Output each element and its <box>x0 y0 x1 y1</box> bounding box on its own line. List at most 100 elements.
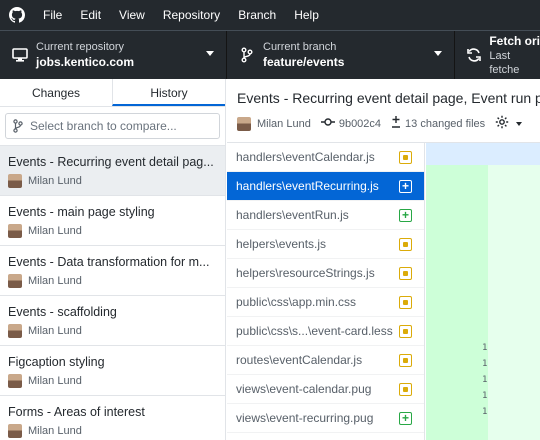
commit-title: Forms - Areas of interest <box>8 405 145 419</box>
file-path: views\event-calendar.pug <box>236 382 372 396</box>
commit-icon <box>320 117 339 130</box>
current-repository-button[interactable]: Current repository jobs.kentico.com <box>0 31 227 79</box>
file-path: handlers\eventCalendar.js <box>236 150 375 164</box>
avatar <box>8 374 22 388</box>
commit-list-item[interactable]: Events - main page styling Milan Lund <box>0 196 225 246</box>
current-branch-value: feature/events <box>263 55 345 69</box>
file-list-item[interactable]: routes\eventCalendar.js <box>227 346 424 375</box>
file-path: handlers\eventRecurring.js <box>236 179 379 193</box>
commit-detail-author-name: Milan Lund <box>257 117 311 130</box>
commit-author: Milan Lund <box>28 275 82 287</box>
changed-files-label: 13 changed files <box>405 117 486 130</box>
menu-file[interactable]: File <box>34 0 71 30</box>
commit-author: Milan Lund <box>28 175 82 187</box>
commit-list: Events - Recurring event detail pag... M… <box>0 145 225 440</box>
file-path: views\event-recurring.pug <box>236 411 374 425</box>
file-list-item[interactable]: public\css\s...\event-card.less <box>227 317 424 346</box>
diff-line-number: 1 <box>482 407 488 417</box>
tab-history[interactable]: History <box>112 79 225 106</box>
branch-compare-filter[interactable] <box>5 113 220 139</box>
commit-title: Events - scaffolding <box>8 305 117 319</box>
diff-line-number: 1 <box>482 343 488 353</box>
current-branch-button[interactable]: Current branch feature/events <box>227 31 455 79</box>
file-path: helpers\resourceStrings.js <box>236 266 375 280</box>
gear-icon <box>495 115 513 132</box>
diff-line-number: 1 <box>482 391 488 401</box>
file-list-item[interactable]: views\event-recurring.pug + <box>227 404 424 433</box>
file-list-item[interactable]: helpers\events.js <box>227 230 424 259</box>
sidebar-tabs: Changes History <box>0 79 225 107</box>
current-repository-label: Current repository <box>36 41 125 53</box>
sidebar: Changes History Events - Recurring event… <box>0 79 226 440</box>
last-fetched-label: Last fetche <box>489 50 520 76</box>
branch-icon <box>6 119 30 133</box>
modified-status-icon <box>399 325 412 338</box>
commit-list-item[interactable]: Events - Data transformation for m... Mi… <box>0 246 225 296</box>
file-path: routes\eventCalendar.js <box>236 353 363 367</box>
diff-line-number: 1 <box>482 375 488 385</box>
avatar <box>8 174 22 188</box>
file-path: public\css\s...\event-card.less <box>236 324 393 338</box>
file-list-item[interactable]: public\css\app.min.css <box>227 288 424 317</box>
file-list-item[interactable]: handlers\eventRecurring.js + <box>227 172 424 201</box>
file-path: public\css\app.min.css <box>236 295 357 309</box>
menu-repository[interactable]: Repository <box>154 0 229 30</box>
added-status-icon: + <box>399 412 412 425</box>
diff-view[interactable]: 1 1 1 1 1 <box>426 143 540 440</box>
modified-status-icon <box>399 296 412 309</box>
commit-title: Events - Recurring event detail pag... <box>8 155 214 169</box>
avatar <box>8 424 22 438</box>
commit-title: Events - Data transformation for m... <box>8 255 210 269</box>
settings-dropdown[interactable] <box>495 115 523 132</box>
commit-sha[interactable]: 9b002c4 <box>320 117 382 130</box>
file-path: handlers\eventRun.js <box>236 208 349 222</box>
modified-status-icon <box>399 238 412 251</box>
modified-status-icon <box>399 383 412 396</box>
menu-view[interactable]: View <box>110 0 154 30</box>
avatar <box>237 116 251 131</box>
sync-icon <box>461 47 487 63</box>
commit-author: Milan Lund <box>28 425 82 437</box>
avatar <box>8 224 22 238</box>
avatar <box>8 324 22 338</box>
branch-icon <box>233 47 261 63</box>
commit-sha-value: 9b002c4 <box>338 117 382 130</box>
chevron-down-icon <box>206 51 214 56</box>
diff-icon <box>391 116 405 131</box>
commit-list-item[interactable]: Events - Recurring event detail pag... M… <box>0 146 225 196</box>
commit-header: Events - Recurring event detail page, Ev… <box>227 79 540 143</box>
menu-branch[interactable]: Branch <box>229 0 285 30</box>
commit-title: Events - main page styling <box>8 205 155 219</box>
fetch-origin-label: Fetch ori <box>489 34 540 48</box>
github-logo-icon <box>0 0 34 30</box>
branch-compare-input[interactable] <box>30 119 210 133</box>
added-status-icon: + <box>399 180 412 193</box>
file-list-item[interactable]: helpers\resourceStrings.js <box>227 259 424 288</box>
commit-list-item[interactable]: Events - scaffolding Milan Lund <box>0 296 225 346</box>
file-list-item[interactable]: handlers\eventCalendar.js <box>227 143 424 172</box>
commit-list-item[interactable]: Figcaption styling Milan Lund <box>0 346 225 396</box>
diff-gutter <box>426 143 488 440</box>
menu-help[interactable]: Help <box>285 0 328 30</box>
commit-title: Figcaption styling <box>8 355 105 369</box>
changed-files-count: 13 changed files <box>391 116 485 131</box>
file-list-item[interactable]: views\event-calendar.pug <box>227 375 424 404</box>
fetch-origin-button[interactable]: Fetch ori Last fetche <box>455 31 540 79</box>
menu-edit[interactable]: Edit <box>71 0 110 30</box>
desktop-icon <box>6 48 34 62</box>
avatar <box>8 274 22 288</box>
diff-hunk-header <box>426 143 540 165</box>
modified-status-icon <box>399 151 412 164</box>
tab-changes[interactable]: Changes <box>0 79 112 106</box>
modified-status-icon <box>399 267 412 280</box>
toolbar: Current repository jobs.kentico.com Curr… <box>0 30 540 79</box>
modified-status-icon <box>399 354 412 367</box>
commit-detail-title: Events - Recurring event detail page, Ev… <box>237 90 540 106</box>
commit-author: Milan Lund <box>28 225 82 237</box>
file-path: helpers\events.js <box>236 237 327 251</box>
commit-detail-panel: Events - Recurring event detail page, Ev… <box>227 79 540 440</box>
commit-list-item[interactable]: Forms - Areas of interest Milan Lund <box>0 396 225 440</box>
file-list-item[interactable]: handlers\eventRun.js + <box>227 201 424 230</box>
menu-bar: File Edit View Repository Branch Help <box>0 0 540 30</box>
chevron-down-icon <box>516 121 523 126</box>
